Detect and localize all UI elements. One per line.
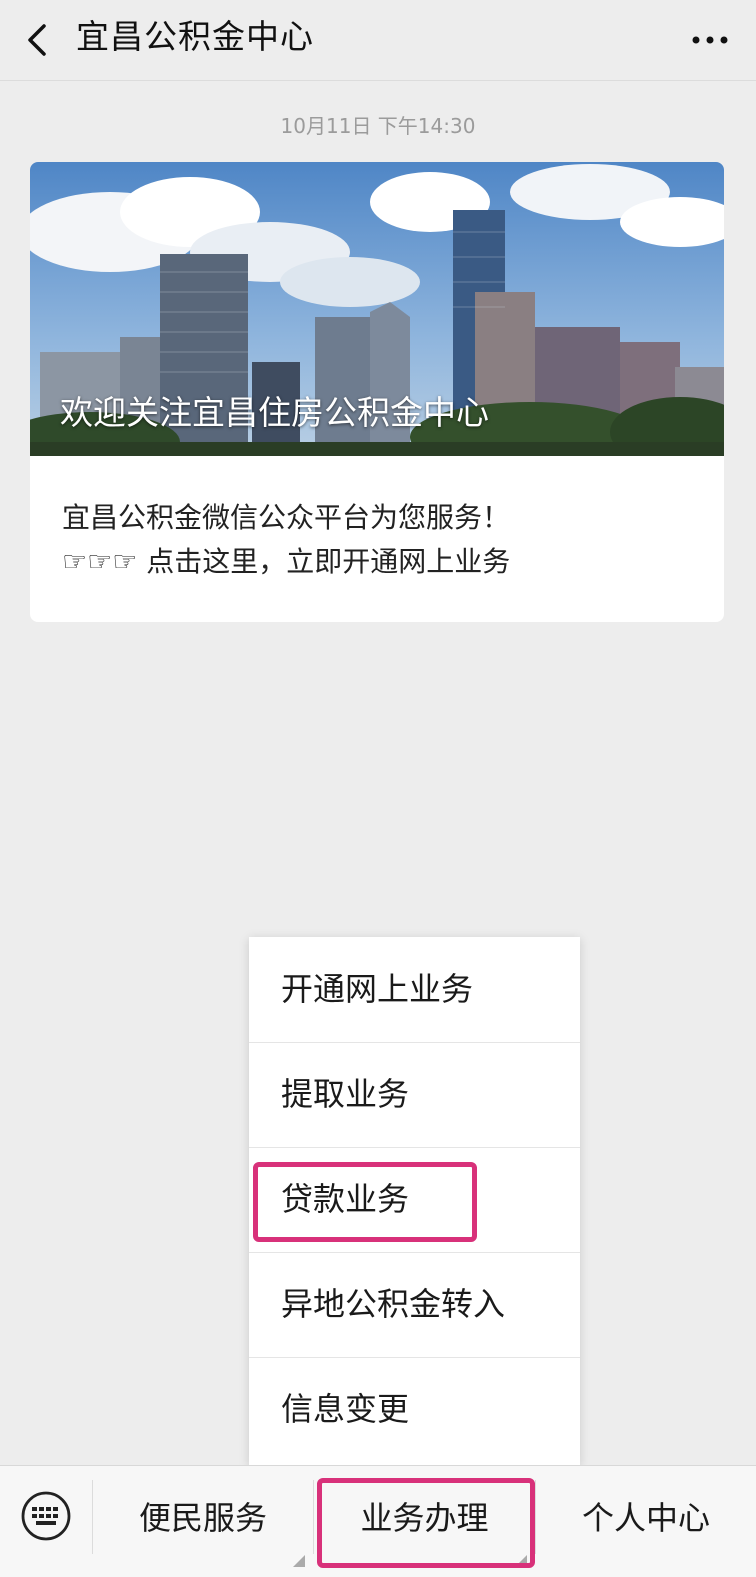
menu-item-transfer-in[interactable]: 异地公积金转入 [249,1252,580,1358]
article-card[interactable]: 欢迎关注宜昌住房公积金中心 宜昌公积金微信公众平台为您服务！ ☞☞☞ 点击这里，… [30,162,724,622]
tab-label: 个人中心 [581,1499,710,1537]
business-submenu: 开通网上业务 提取业务 贷款业务 异地公积金转入 信息变更 [249,937,580,1465]
summary-line: 宜昌公积金微信公众平台为您服务！ [62,501,511,534]
nav-header: 宜昌公积金中心 [0,0,756,81]
submenu-corner-icon [515,1555,527,1567]
submenu-corner-icon [293,1555,305,1567]
chevron-left-icon [28,24,46,56]
tab-convenience-services[interactable]: 便民服务 [93,1466,313,1577]
article-title: 欢迎关注宜昌住房公积金中心 [60,393,489,432]
menu-item-info-change[interactable]: 信息变更 [249,1357,580,1465]
menu-item-loan[interactable]: 贷款业务 [249,1147,580,1253]
article-summary: 宜昌公积金微信公众平台为您服务！ ☞☞☞ 点击这里，立即开通网上业务 [62,496,700,584]
bottom-menu-bar: 便民服务 业务办理 个人中心 [0,1465,756,1577]
summary-link-line: ☞☞☞ 点击这里，立即开通网上业务 [62,545,511,578]
menu-item-label: 异地公积金转入 [281,1285,506,1323]
message-timestamp: 10月11日 下午14:30 [280,114,476,138]
menu-item-label: 提取业务 [281,1075,410,1113]
menu-item-withdrawal[interactable]: 提取业务 [249,1042,580,1148]
back-button[interactable] [16,18,60,62]
tab-personal-center[interactable]: 个人中心 [536,1466,756,1577]
keyboard-icon [21,1491,71,1541]
keyboard-toggle-button[interactable] [20,1490,72,1542]
menu-item-label: 贷款业务 [281,1180,410,1218]
menu-item-label: 开通网上业务 [281,970,474,1008]
tab-label: 便民服务 [138,1499,267,1537]
page-title: 宜昌公积金中心 [76,17,314,56]
tab-label: 业务办理 [360,1499,489,1537]
more-dots-icon [692,36,728,44]
menu-item-label: 信息变更 [281,1390,410,1428]
menu-item-open-online[interactable]: 开通网上业务 [249,937,580,1043]
tab-business-handling[interactable]: 业务办理 [314,1466,535,1577]
more-button[interactable] [684,18,736,62]
